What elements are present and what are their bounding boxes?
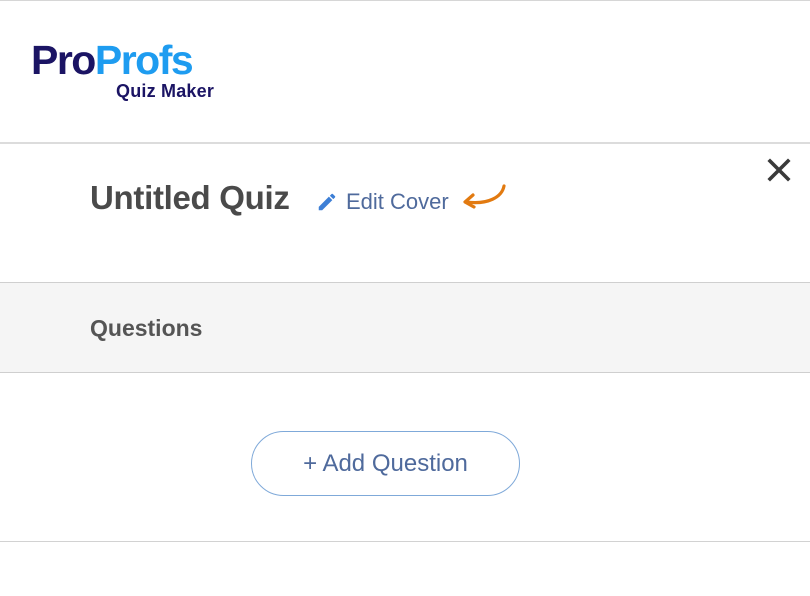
- pencil-icon: [318, 193, 336, 211]
- add-question-button[interactable]: + Add Question: [251, 431, 520, 496]
- curved-arrow-icon: [463, 184, 506, 209]
- logo-wordmark: ProProfs: [31, 37, 194, 83]
- questions-section-header: Questions: [0, 282, 810, 373]
- close-icon: [767, 158, 791, 182]
- logo-profs: Profs: [94, 37, 194, 83]
- edit-cover-link[interactable]: Edit Cover: [316, 189, 449, 215]
- logo-subtitle: Quiz Maker: [116, 81, 215, 101]
- close-button[interactable]: [766, 157, 792, 183]
- add-question-label: + Add Question: [303, 449, 468, 477]
- proprofs-logo: ProProfs Quiz Maker: [31, 37, 214, 102]
- logo-pro: Pro: [31, 37, 96, 83]
- quiz-title[interactable]: Untitled Quiz: [90, 179, 290, 217]
- header-divider: [0, 142, 810, 144]
- bottom-divider: [0, 541, 810, 542]
- questions-heading: Questions: [90, 315, 203, 341]
- edit-cover-label: Edit Cover: [346, 189, 449, 214]
- top-border: [0, 0, 810, 1]
- quiz-editor-page: ProProfs Quiz Maker Untitled Quiz Edit C…: [0, 0, 810, 596]
